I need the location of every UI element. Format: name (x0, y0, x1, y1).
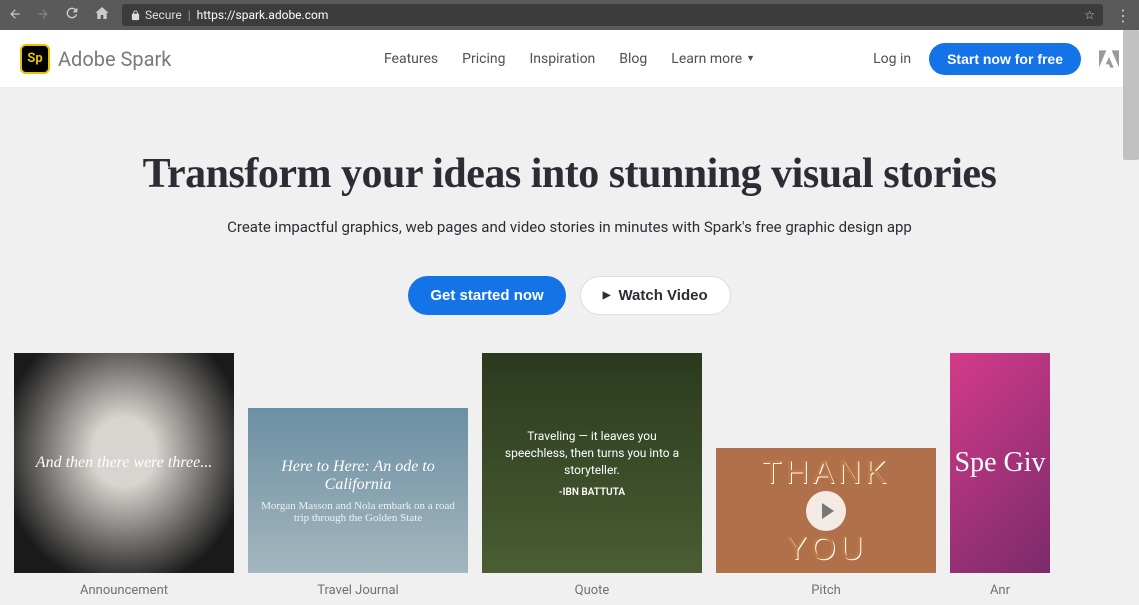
carousel-card[interactable]: Traveling — it leaves you speechless, th… (482, 353, 702, 598)
back-button[interactable] (8, 6, 22, 25)
carousel-card[interactable]: Spe Giv Anr (950, 353, 1050, 598)
card-label: Travel Journal (317, 583, 398, 598)
carousel-card[interactable]: THANK YOU Pitch (716, 353, 936, 598)
card-thumbnail: Spe Giv (950, 353, 1050, 573)
nav-arrow-group (8, 5, 110, 25)
carousel-card[interactable]: And then there were three... Announcemen… (14, 353, 234, 598)
nav-learn-more[interactable]: Learn more▼ (671, 51, 755, 67)
hero-subtitle: Create impactful graphics, web pages and… (0, 218, 1139, 236)
hero-title: Transform your ideas into stunning visua… (0, 150, 1139, 198)
home-button[interactable] (94, 5, 110, 25)
nav-pricing[interactable]: Pricing (462, 51, 505, 67)
template-carousel[interactable]: tory And then there were three... Announ… (0, 353, 1049, 598)
card-overlay-sub: Morgan Masson and Nola embark on a road … (248, 500, 468, 524)
browser-toolbar: Secure | https://spark.adobe.com ☆ ⋮ (0, 0, 1139, 30)
watch-video-label: Watch Video (618, 287, 707, 304)
scrollbar-thumb[interactable] (1123, 30, 1139, 160)
carousel-card[interactable]: Here to Here: An ode to California Morga… (248, 353, 468, 598)
card-overlay-text: Traveling — it leaves you speechless, th… (482, 428, 702, 478)
start-free-button[interactable]: Start now for free (929, 43, 1081, 75)
nav-blog[interactable]: Blog (619, 51, 647, 67)
nav-features[interactable]: Features (384, 51, 438, 67)
secure-label-text: Secure (145, 8, 182, 22)
card-overlay-text: Here to Here: An ode to California (248, 458, 468, 494)
card-label: Anr (990, 583, 1010, 598)
browser-menu-icon[interactable]: ⋮ (1115, 6, 1131, 25)
page-body: Transform your ideas into stunning visua… (0, 88, 1139, 605)
card-thumbnail: THANK YOU (716, 448, 936, 573)
card-overlay-top: THANK (762, 454, 890, 491)
lock-icon (130, 10, 141, 21)
reload-button[interactable] (64, 5, 80, 25)
card-thumbnail: Traveling — it leaves you speechless, th… (482, 353, 702, 573)
login-link[interactable]: Log in (873, 51, 911, 67)
card-thumbnail: Here to Here: An ode to California Morga… (248, 408, 468, 573)
scrollbar[interactable] (1123, 30, 1139, 605)
site-header: Sp Adobe Spark Features Pricing Inspirat… (0, 30, 1139, 88)
card-overlay-attr: -IBN BATTUTA (559, 487, 625, 498)
card-overlay-text: Spe Giv (955, 448, 1046, 479)
card-overlay-text: And then there were three... (26, 454, 222, 472)
brand-logo[interactable]: Sp Adobe Spark (20, 44, 171, 74)
bookmark-star-icon[interactable]: ☆ (1084, 8, 1095, 22)
card-thumbnail: And then there were three... (14, 353, 234, 573)
hero-section: Transform your ideas into stunning visua… (0, 88, 1139, 315)
logo-badge: Sp (20, 44, 50, 74)
url-text: https://spark.adobe.com (197, 8, 329, 22)
brand-name: Adobe Spark (58, 47, 171, 71)
secure-indicator: Secure (130, 8, 182, 22)
nav-inspiration[interactable]: Inspiration (529, 51, 595, 67)
adobe-logo-icon[interactable] (1099, 50, 1119, 68)
card-label: Quote (575, 583, 610, 598)
url-separator: | (188, 8, 191, 22)
watch-video-button[interactable]: ▶ Watch Video (580, 276, 731, 315)
main-nav: Features Pricing Inspiration Blog Learn … (384, 51, 755, 67)
play-overlay-icon (806, 491, 846, 531)
chevron-down-icon: ▼ (746, 53, 755, 64)
card-overlay-bot: YOU (785, 530, 866, 567)
hero-cta-group: Get started now ▶ Watch Video (0, 276, 1139, 315)
forward-button[interactable] (36, 6, 50, 25)
card-label: Announcement (80, 583, 168, 598)
get-started-button[interactable]: Get started now (408, 276, 565, 315)
card-label: Pitch (811, 583, 841, 598)
header-actions: Log in Start now for free (873, 43, 1119, 75)
address-bar[interactable]: Secure | https://spark.adobe.com ☆ (122, 4, 1103, 26)
play-icon: ▶ (603, 290, 611, 301)
